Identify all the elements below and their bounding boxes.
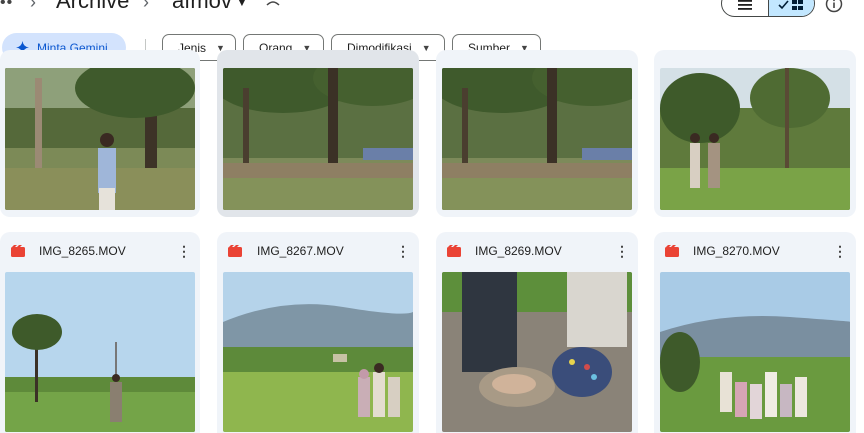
video-file-icon [447,245,461,257]
video-file-icon [11,245,25,257]
file-card[interactable]: IMG_8270.MOV ⋮ [654,232,856,433]
video-thumbnail [223,272,413,432]
breadcrumb-item-current[interactable]: afmov [172,0,232,14]
file-card[interactable] [654,50,856,217]
video-thumbnail [223,68,413,210]
file-name: IMG_8269.MOV [475,244,562,258]
file-card[interactable] [436,50,638,217]
breadcrumb-item-archive[interactable]: Archive [56,0,129,14]
video-file-icon [665,245,679,257]
file-card[interactable]: IMG_8267.MOV ⋮ [217,232,419,433]
video-thumbnail [660,68,850,210]
more-actions-button[interactable]: ⋮ [396,241,410,261]
caret-down-icon[interactable]: ▼ [236,0,248,9]
file-card[interactable]: IMG_8265.MOV ⋮ [0,232,200,433]
drive-page: •• › Archive › afmov ▼ Minta Gemini Jeni… [0,0,864,433]
chevron-right-icon: › [30,0,36,12]
more-actions-button[interactable]: ⋮ [177,241,191,261]
file-card[interactable]: IMG_8269.MOV ⋮ [436,232,638,433]
more-actions-button[interactable]: ⋮ [833,241,847,261]
caret-down-icon: ▼ [421,42,431,53]
video-thumbnail [442,68,632,210]
file-card[interactable] [217,50,419,217]
list-icon [738,0,752,10]
grid-view-button[interactable] [768,0,814,16]
view-toggle [721,0,815,17]
video-file-icon [228,245,242,257]
shared-folder-icon [266,1,280,6]
info-icon[interactable] [825,0,843,13]
video-thumbnail [5,68,195,210]
video-thumbnail [442,272,632,432]
list-view-button[interactable] [722,0,768,16]
file-name: IMG_8270.MOV [693,244,780,258]
more-actions-button[interactable]: ⋮ [615,241,629,261]
video-thumbnail [5,272,195,432]
grid-icon [777,0,803,10]
file-name: IMG_8265.MOV [39,244,126,258]
file-card[interactable] [0,50,200,217]
file-name: IMG_8267.MOV [257,244,344,258]
chevron-right-icon: › [143,0,149,12]
video-thumbnail [660,272,850,432]
breadcrumb-overflow-button[interactable]: •• [0,0,13,12]
